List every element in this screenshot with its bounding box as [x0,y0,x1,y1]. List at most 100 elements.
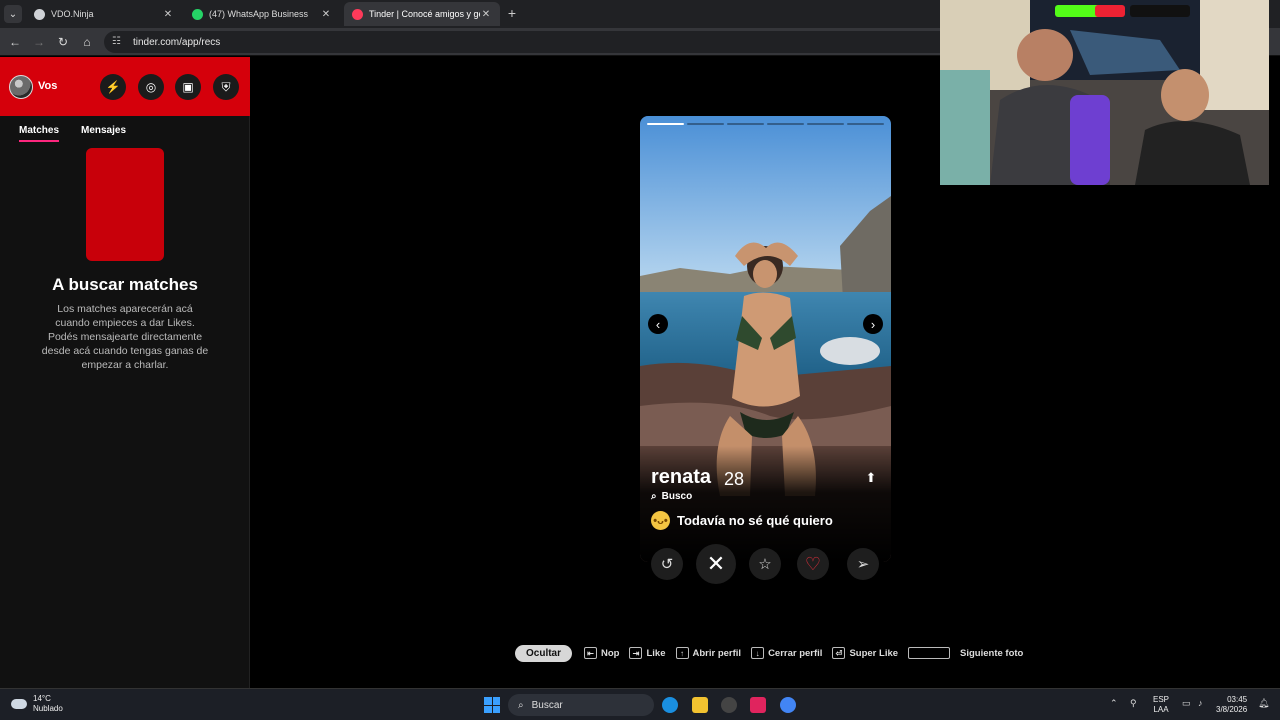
tinder-favicon-icon [352,8,363,20]
tab-messages[interactable]: Mensajes [81,125,126,140]
tab-tinder[interactable]: Tinder | Conocé amigos y gente ✕ [344,2,500,26]
photo-progress [647,123,884,126]
close-tab-icon[interactable]: ✕ [480,9,492,20]
boost-icon[interactable]: ⚡ [100,74,126,100]
looking-for-label: Busco [661,491,693,502]
profile-age: 28 [724,469,745,489]
tiktok-icon[interactable] [750,697,766,713]
vdo-ninja-favicon-icon [34,8,45,20]
sidebar-tabs: Matches Mensajes [0,122,250,144]
tab-search-button[interactable]: ⌄ [4,5,22,23]
tab-title: VDO.Ninja [51,9,94,19]
tab-title: Tinder | Conocé amigos y gente [369,9,480,19]
chevron-down-icon: ⌄ [8,8,18,20]
up-arrow-key-icon: ↑ [675,647,689,659]
hide-shortcuts-button[interactable]: Ocultar [515,644,573,662]
empty-state-description: Los matches aparecerán acá cuando empiec… [41,303,209,371]
url-text: tinder.com/app/recs [133,36,221,48]
relationship-goal: •ᴗ• Todavía no sé qué quiero [651,511,833,530]
explore-compass-icon[interactable]: ◎ [138,74,164,100]
enter-key-icon: ⏎ [832,647,846,659]
rewind-button[interactable]: ↺ [651,548,683,580]
empty-matches-card [86,148,164,261]
previous-photo-icon[interactable]: ‹ [648,314,668,334]
language-code: ESP [1153,695,1170,704]
open-profile-arrow-icon[interactable]: ⬆ [864,470,878,485]
hint-next-photo: Siguiente foto [960,647,1024,659]
forward-icon[interactable]: → [31,34,47,50]
down-arrow-key-icon: ↓ [751,647,765,659]
nope-button[interactable]: ✕ [696,544,736,584]
home-icon[interactable]: ⌂ [79,34,95,50]
file-explorer-icon[interactable] [692,697,708,713]
thinking-face-icon: •ᴗ• [651,511,670,530]
monitor-icon[interactable]: ▭ [1182,698,1191,709]
boost-send-button[interactable]: ➢ [847,548,879,580]
hint-super-like: Super Like [849,647,899,659]
profile-label[interactable]: Vos [38,80,57,92]
webcam-feed [940,0,1269,185]
hint-nope: Nop [601,647,620,659]
close-icon: ✕ [706,551,726,576]
send-icon: ➢ [856,556,870,573]
search-icon: ⌕ [518,699,524,711]
action-bar: ↺ ✕ ☆ ♡ ➢ [640,540,891,588]
left-arrow-key-icon: ⇤ [584,647,598,659]
progress-segment [767,123,804,125]
back-icon[interactable]: ← [7,34,23,50]
profile-card[interactable]: ‹ › renata 28 ⬆ ⌕ Busco •ᴗ• Todavía no s… [640,116,891,562]
network-icon[interactable]: ⚲ [1130,698,1137,709]
sidebar-header: Vos ⚡ ◎ ▣ ⛨ [0,57,250,116]
obs-icon[interactable] [721,697,737,713]
like-button[interactable]: ♡ [797,548,829,580]
weather-condition: Nublado [33,704,63,713]
taskbar-search[interactable]: ⌕ Buscar [508,694,654,716]
tab-vdo-ninja[interactable]: VDO.Ninja ✕ [26,2,182,26]
language-indicator[interactable]: ESP LAA [1153,695,1169,715]
briefcase-icon[interactable]: ▣ [175,74,201,100]
site-info-icon[interactable]: ☷ [112,36,124,48]
right-arrow-key-icon: ⇥ [629,647,643,659]
matches-sidebar: Vos ⚡ ◎ ▣ ⛨ Matches Mensajes A buscar ma… [0,57,250,688]
empty-state-title: A buscar matches [52,275,198,294]
reload-icon[interactable]: ↻ [55,34,71,50]
temperature: 14°C [33,694,51,703]
weather-widget[interactable]: 14°C Nublado [11,694,63,714]
keyboard-shortcuts-bar: Ocultar ⇤ Nop ⇥ Like ↑ Abrir perfil ↓ Ce… [515,643,1033,663]
notification-bell-icon[interactable]: 🔔︎ [1258,698,1269,709]
chrome-icon[interactable] [780,697,796,713]
taskbar-search-label: Buscar [531,699,563,711]
clock-date: 3/8/2026 [1216,705,1248,714]
new-tab-icon[interactable]: + [505,5,519,21]
keyboard-layout: LAA [1153,705,1169,714]
edge-icon[interactable] [662,697,678,713]
clock-time: 03:45 [1227,695,1248,704]
profile-name: renata [651,466,712,488]
cloud-icon [11,699,27,709]
super-like-button[interactable]: ☆ [749,548,781,580]
relationship-goal-text: Todavía no sé qué quiero [677,513,833,528]
avatar[interactable] [9,75,33,99]
progress-segment [807,123,844,125]
looking-for-row: ⌕ Busco [651,491,692,502]
star-icon: ☆ [758,556,772,573]
progress-segment [847,123,884,125]
tab-matches[interactable]: Matches [19,125,60,142]
safety-shield-icon[interactable]: ⛨ [213,74,239,100]
chevron-up-icon[interactable]: ⌃ [1110,698,1118,709]
system-clock[interactable]: 03:45 3/8/2026 [1216,695,1247,715]
close-tab-icon[interactable]: ✕ [162,9,174,20]
tab-whatsapp[interactable]: (47) WhatsApp Business ✕ [184,2,340,26]
search-icon: ⌕ [651,491,657,502]
screen: { "browser": { "tabs": [ {"title": "VDO.… [0,0,1280,720]
tab-title: (47) WhatsApp Business [209,9,309,19]
progress-segment [687,123,724,125]
volume-icon[interactable]: ♪ [1198,698,1203,708]
hint-close-profile: Cerrar perfil [768,647,823,659]
space-key-icon [908,647,951,659]
windows-start-icon[interactable] [484,697,500,713]
webcam-overlay [940,0,1269,185]
close-tab-icon[interactable]: ✕ [320,9,332,20]
next-photo-icon[interactable]: › [863,314,883,334]
rewind-icon: ↺ [660,556,674,573]
